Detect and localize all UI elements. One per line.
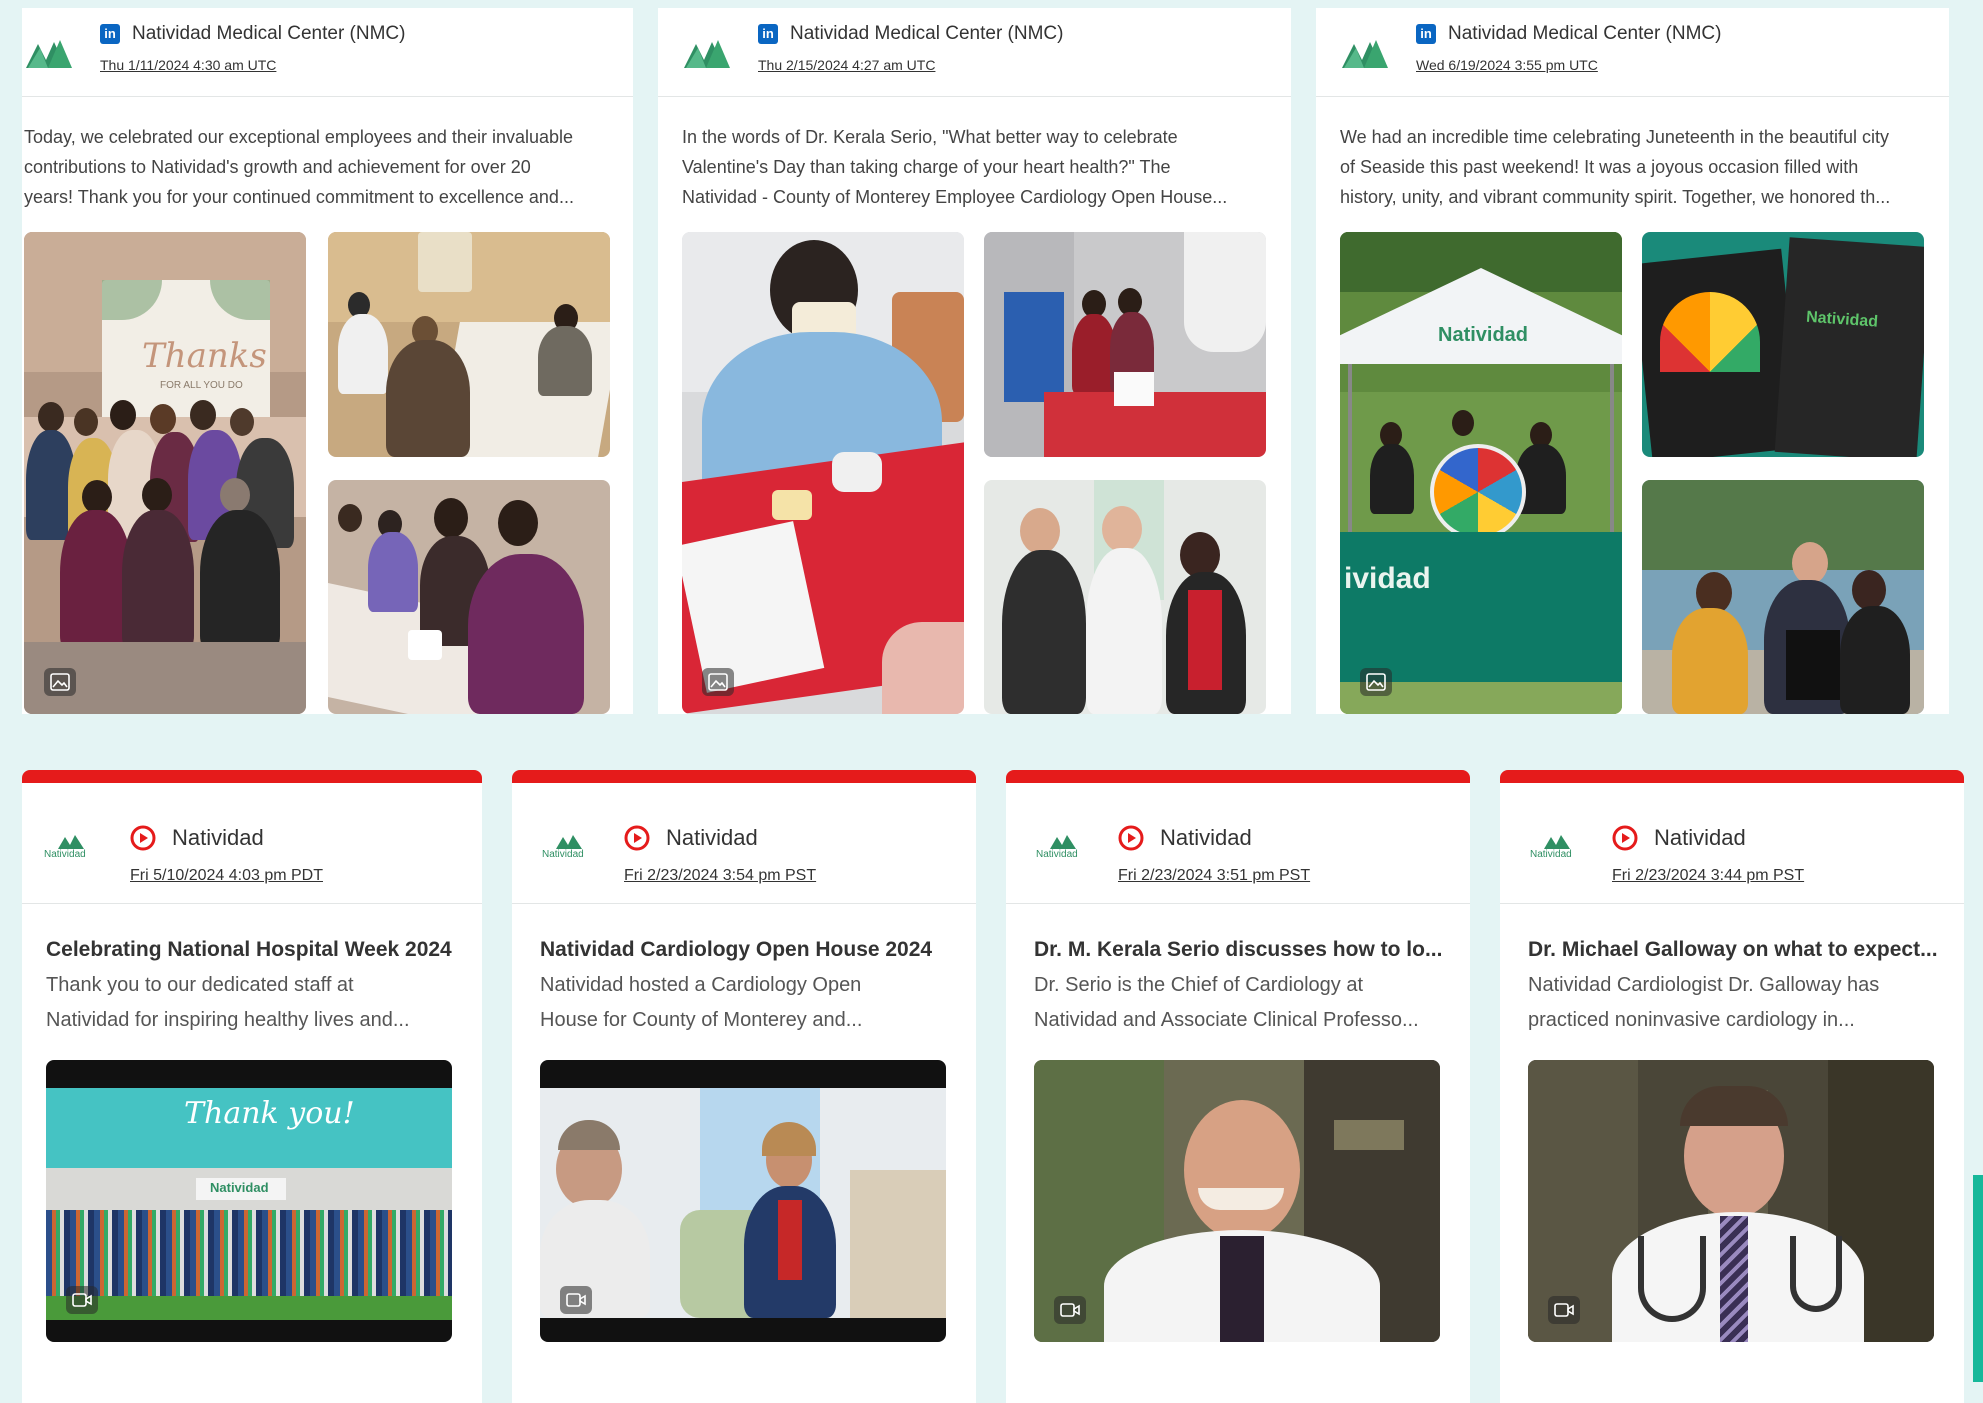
youtube-video-card[interactable]: Natividad Natividad Fri 2/23/2024 3:44 p…	[1500, 770, 1964, 1403]
natividad-logo-icon: Natividad	[540, 833, 604, 869]
post-photo[interactable]	[328, 232, 610, 457]
youtube-icon	[624, 825, 650, 851]
post-photo[interactable]: Thanks FOR ALL YOU DO	[24, 232, 306, 714]
source-name[interactable]: Natividad Medical Center (NMC)	[132, 23, 405, 45]
youtube-video-card[interactable]: Natividad Natividad Fri 2/23/2024 3:54 p…	[512, 770, 976, 1403]
youtube-video-card[interactable]: Natividad Natividad Fri 5/10/2024 4:03 p…	[22, 770, 482, 1403]
natividad-logo-icon: Natividad	[1034, 833, 1098, 869]
video-thumbnail[interactable]	[1528, 1060, 1934, 1342]
post-photo[interactable]	[984, 232, 1266, 457]
source-name[interactable]: Natividad	[666, 825, 758, 851]
post-header: Natividad Natividad Fri 2/23/2024 3:54 p…	[512, 783, 976, 904]
video-icon	[1054, 1296, 1086, 1324]
tablecloth: ividad	[1340, 532, 1622, 682]
video-title[interactable]: Celebrating National Hospital Week 2024	[46, 938, 452, 962]
post-date-link[interactable]: Thu 1/11/2024 4:30 am UTC	[100, 57, 276, 73]
video-description: Natividad Cardiologist Dr. Galloway has …	[1528, 974, 1880, 1031]
source-name[interactable]: Natividad	[1654, 825, 1746, 851]
youtube-icon	[1118, 825, 1144, 851]
post-photo[interactable]	[1642, 480, 1924, 714]
natividad-logo-icon: Natividad	[42, 833, 106, 869]
post-photo[interactable]	[328, 480, 610, 714]
post-header: Natividad Natividad Fri 2/23/2024 3:51 p…	[1006, 783, 1470, 904]
video-title[interactable]: Dr. Michael Galloway on what to expect..…	[1528, 938, 1938, 962]
post-header: in Natividad Medical Center (NMC) Wed 6/…	[1316, 8, 1949, 97]
prize-wheel	[1430, 444, 1526, 540]
video-description: Dr. Serio is the Chief of Cardiology at …	[1034, 974, 1419, 1031]
video-thumbnail[interactable]	[540, 1060, 946, 1342]
natividad-logo-icon	[26, 40, 72, 68]
source-name[interactable]: Natividad Medical Center (NMC)	[790, 23, 1063, 45]
post-photo[interactable]: Natividad ividad	[1340, 232, 1622, 714]
natividad-logo-icon	[684, 40, 730, 68]
youtube-icon	[1612, 825, 1638, 851]
video-date-link[interactable]: Fri 2/23/2024 3:54 pm PST	[624, 867, 816, 885]
post-date-link[interactable]: Thu 2/15/2024 4:27 am UTC	[758, 57, 935, 73]
linkedin-post-card[interactable]: in Natividad Medical Center (NMC) Wed 6/…	[1316, 8, 1949, 714]
post-photo[interactable]	[682, 232, 964, 714]
video-icon	[66, 1286, 98, 1314]
source-name[interactable]: Natividad	[172, 825, 264, 851]
video-thumbnail[interactable]: Thank you! Natividad	[46, 1060, 452, 1342]
video-description: Natividad hosted a Cardiology Open House…	[540, 974, 863, 1031]
linkedin-icon: in	[100, 24, 120, 44]
linkedin-post-card[interactable]: in Natividad Medical Center (NMC) Thu 2/…	[658, 8, 1291, 714]
scroll-edge-accent	[1973, 1175, 1983, 1382]
post-text: In the words of Dr. Kerala Serio, "What …	[682, 127, 1228, 207]
post-text: We had an incredible time celebrating Ju…	[1340, 127, 1891, 207]
post-header: in Natividad Medical Center (NMC) Thu 1/…	[22, 8, 633, 97]
video-date-link[interactable]: Fri 2/23/2024 3:44 pm PST	[1612, 867, 1804, 885]
natividad-logo-icon: Natividad	[1528, 833, 1592, 869]
video-icon	[560, 1286, 592, 1314]
linkedin-post-card[interactable]: in Natividad Medical Center (NMC) Thu 1/…	[22, 8, 633, 714]
natividad-logo-icon	[1342, 40, 1388, 68]
image-icon	[702, 668, 734, 696]
linkedin-icon: in	[758, 24, 778, 44]
video-date-link[interactable]: Fri 2/23/2024 3:51 pm PST	[1118, 867, 1310, 885]
post-text: Today, we celebrated our exceptional emp…	[24, 127, 574, 207]
post-photo[interactable]: Natividad	[1642, 232, 1924, 457]
source-name[interactable]: Natividad	[1160, 825, 1252, 851]
linkedin-icon: in	[1416, 24, 1436, 44]
post-header: in Natividad Medical Center (NMC) Thu 2/…	[658, 8, 1291, 97]
youtube-video-card[interactable]: Natividad Natividad Fri 2/23/2024 3:51 p…	[1006, 770, 1470, 1403]
source-name[interactable]: Natividad Medical Center (NMC)	[1448, 23, 1721, 45]
video-description: Thank you to our dedicated staff at Nati…	[46, 974, 410, 1031]
post-header: Natividad Natividad Fri 5/10/2024 4:03 p…	[22, 783, 482, 904]
post-date-link[interactable]: Wed 6/19/2024 3:55 pm UTC	[1416, 57, 1598, 73]
video-date-link[interactable]: Fri 5/10/2024 4:03 pm PDT	[130, 867, 323, 885]
video-thumbnail[interactable]	[1034, 1060, 1440, 1342]
image-icon	[44, 668, 76, 696]
post-header: Natividad Natividad Fri 2/23/2024 3:44 p…	[1500, 783, 1964, 904]
video-icon	[1548, 1296, 1580, 1324]
video-title[interactable]: Natividad Cardiology Open House 2024	[540, 938, 932, 962]
youtube-icon	[130, 825, 156, 851]
video-title[interactable]: Dr. M. Kerala Serio discusses how to lo.…	[1034, 938, 1442, 962]
post-photo[interactable]	[984, 480, 1266, 714]
image-icon	[1360, 668, 1392, 696]
